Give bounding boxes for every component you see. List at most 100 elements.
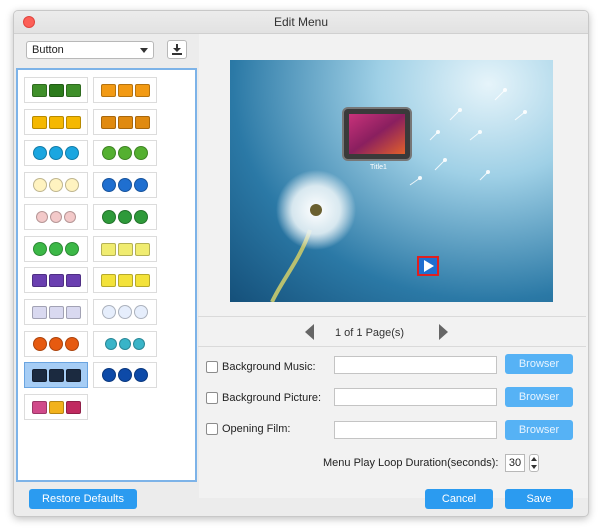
restore-defaults-button[interactable]: Restore Defaults [29, 489, 137, 509]
button-style-thumbnail[interactable] [93, 331, 157, 357]
forward-icon [134, 273, 150, 287]
play-icon [118, 146, 132, 160]
play-icon [117, 273, 133, 287]
forward-icon [134, 83, 150, 97]
button-style-thumbnail[interactable] [93, 204, 157, 230]
play-icon [119, 338, 131, 350]
background-picture-browser-button[interactable]: Browser [505, 387, 573, 407]
background-picture-label: Background Picture: [222, 392, 322, 404]
forward-icon [65, 178, 79, 192]
page-navigation: 1 of 1 Page(s) [185, 316, 574, 346]
cancel-button[interactable]: Cancel [425, 489, 493, 509]
background-picture-input[interactable] [334, 388, 497, 406]
loop-duration-input[interactable]: 30 [505, 454, 525, 472]
button-style-thumbnail[interactable] [24, 109, 88, 135]
play-icon [117, 83, 133, 97]
rewind-icon [102, 368, 116, 382]
divider-top [198, 316, 586, 317]
forward-icon [65, 242, 79, 256]
button-style-thumbnail[interactable] [93, 140, 157, 166]
rewind-icon [100, 273, 116, 287]
button-style-thumbnail[interactable] [93, 236, 157, 262]
previous-page-arrow-icon[interactable] [305, 324, 314, 340]
background-music-input[interactable] [334, 356, 497, 374]
loop-duration-stepper[interactable] [529, 454, 539, 472]
forward-icon [134, 178, 148, 192]
preview-title-caption: Title1 [370, 164, 387, 171]
button-style-thumbnail[interactable] [24, 236, 88, 262]
button-style-thumbnail[interactable] [24, 299, 88, 325]
rewind-icon [31, 305, 47, 319]
next-page-arrow-icon[interactable] [439, 324, 448, 340]
rewind-icon [102, 210, 116, 224]
style-type-select[interactable]: Button [26, 41, 154, 59]
rewind-icon [105, 338, 117, 350]
opening-film-browser-button[interactable]: Browser [505, 420, 573, 440]
forward-icon [65, 368, 81, 382]
forward-icon [64, 211, 76, 223]
forward-icon [65, 115, 81, 129]
button-style-thumbnail[interactable] [93, 77, 157, 103]
rewind-icon [36, 211, 48, 223]
opening-film-input[interactable] [334, 421, 497, 439]
button-style-thumbnail[interactable] [24, 362, 88, 388]
button-style-thumbnail[interactable] [93, 109, 157, 135]
play-icon [117, 242, 133, 256]
button-style-thumbnail[interactable] [24, 77, 88, 103]
rewind-icon [102, 146, 116, 160]
forward-icon [65, 146, 79, 160]
button-style-thumbnail[interactable] [24, 140, 88, 166]
background-music-checkbox[interactable] [206, 361, 218, 373]
button-style-thumbnail[interactable] [24, 204, 88, 230]
page-indicator: 1 of 1 Page(s) [335, 327, 405, 339]
rewind-icon [102, 178, 116, 192]
play-icon [118, 368, 132, 382]
forward-icon [134, 242, 150, 256]
rewind-icon [31, 83, 47, 97]
rewind-icon [33, 242, 47, 256]
play-icon [50, 211, 62, 223]
button-style-thumbnail[interactable] [24, 267, 88, 293]
button-style-thumbnail[interactable] [93, 299, 157, 325]
button-style-list[interactable] [16, 68, 197, 482]
button-style-thumbnail[interactable] [24, 172, 88, 198]
forward-icon [65, 305, 81, 319]
stepper-down-icon[interactable] [531, 465, 537, 469]
forward-icon [134, 115, 150, 129]
button-style-thumbnail[interactable] [93, 362, 157, 388]
window-title: Edit Menu [273, 15, 329, 29]
rewind-icon [100, 115, 116, 129]
button-style-thumbnail[interactable] [93, 172, 157, 198]
stepper-up-icon[interactable] [531, 457, 537, 461]
background-picture-checkbox[interactable] [206, 392, 218, 404]
loop-duration-label: Menu Play Loop Duration(seconds): [323, 457, 499, 469]
rewind-icon [33, 337, 47, 351]
play-icon [48, 368, 64, 382]
button-style-thumbnail[interactable] [24, 331, 88, 357]
rewind-icon [100, 242, 116, 256]
divider-bottom [198, 346, 586, 347]
forward-icon [134, 305, 148, 319]
play-icon [49, 337, 63, 351]
rewind-icon [31, 273, 47, 287]
save-button[interactable]: Save [505, 489, 573, 509]
play-icon [118, 178, 132, 192]
title-bar: Edit Menu [14, 11, 588, 34]
download-button[interactable] [167, 40, 187, 59]
play-icon [48, 83, 64, 97]
play-icon [49, 146, 63, 160]
play-icon [49, 242, 63, 256]
rewind-icon [31, 400, 47, 414]
background-music-browser-button[interactable]: Browser [505, 354, 573, 374]
button-style-thumbnail[interactable] [93, 267, 157, 293]
rewind-icon [33, 178, 47, 192]
dandelion-background [270, 88, 527, 302]
rewind-icon [31, 115, 47, 129]
rewind-icon [33, 146, 47, 160]
menu-preview-canvas[interactable]: Title1 [230, 60, 553, 302]
opening-film-checkbox[interactable] [206, 423, 218, 435]
button-style-thumbnail[interactable] [24, 394, 88, 420]
rewind-icon [102, 305, 116, 319]
forward-icon [134, 368, 148, 382]
forward-icon [65, 273, 81, 287]
